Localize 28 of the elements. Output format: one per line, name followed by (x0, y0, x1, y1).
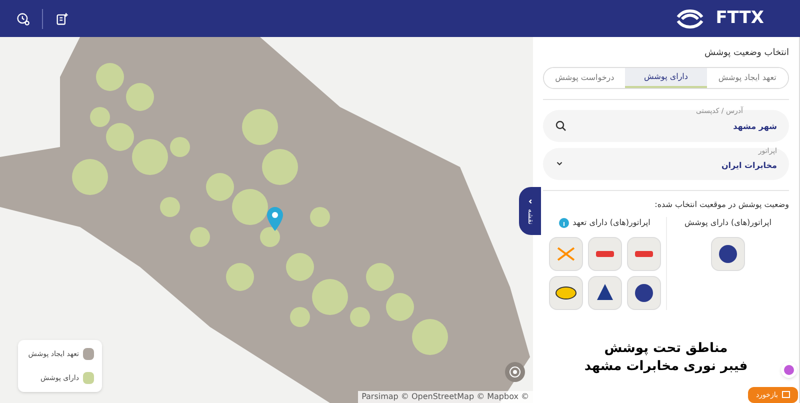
info-icon[interactable] (558, 218, 569, 228)
chevron-left-icon (526, 198, 534, 205)
caption-line: فیبر نوری مخابرات مشهد (584, 358, 748, 376)
map-attribution: Parsimap © OpenStreetMap © Mapbox © (358, 391, 533, 403)
location-pin-icon (266, 207, 284, 231)
operator-logo (626, 276, 660, 310)
search-icon[interactable] (555, 120, 567, 132)
add-document-icon[interactable] (55, 12, 69, 26)
target-icon (509, 366, 521, 378)
status-heading: وضعیت پوشش در موقعیت انتخاب شده: (654, 198, 789, 210)
operator-logo (711, 236, 745, 270)
logo-text: FTTX (716, 10, 764, 27)
wave-logo-icon (676, 6, 704, 30)
panel-title: انتخاب وضعیت پوشش (703, 47, 789, 60)
field-value: شهر مشهد (733, 121, 777, 133)
chevron-down-icon (555, 159, 564, 168)
field-value: مخابرات ایران (721, 160, 777, 172)
column-title: اپراتور(های) دارای تعهد (572, 216, 650, 228)
operator-logo (626, 236, 660, 270)
coverage-tab[interactable]: دارای پوشش (625, 68, 707, 88)
operator-logo (588, 236, 622, 270)
settings-clock-icon[interactable] (16, 12, 30, 26)
operator-logo (548, 236, 582, 270)
caption-line: مناطق تحت پوشش (604, 340, 728, 358)
operator-logo (588, 276, 622, 310)
operator-logo (548, 276, 582, 310)
column-title: اپراتور(های) دارای پوشش (684, 216, 772, 228)
brain-button[interactable] (781, 362, 797, 378)
